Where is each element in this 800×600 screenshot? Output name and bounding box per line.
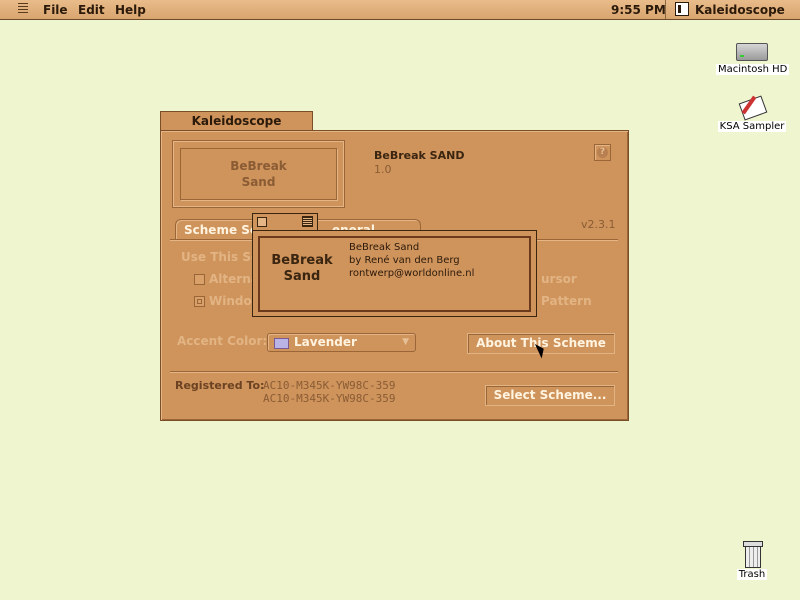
registration-divider bbox=[170, 371, 618, 372]
desktop-icon-label: KSA Sampler bbox=[717, 121, 787, 132]
scheme-preview-inner: BeBreak Sand bbox=[180, 148, 337, 200]
popup-info-title: BeBreak Sand bbox=[349, 242, 420, 253]
option2-right-label: Pattern bbox=[541, 294, 592, 308]
popup-scheme-name: BeBreak Sand bbox=[266, 253, 338, 285]
menubar-separator bbox=[665, 0, 666, 19]
tab-scheme-settings-label: Scheme Se bbox=[184, 223, 259, 237]
registration-code-1: AC10-M345K-YW98C-359 bbox=[263, 379, 396, 392]
popup-info-author: by René van den Berg bbox=[349, 255, 460, 266]
accent-swatch bbox=[274, 338, 289, 349]
option2-checkbox[interactable] bbox=[194, 296, 205, 307]
menu-help[interactable]: Help bbox=[115, 3, 146, 17]
apple-menu-icon[interactable] bbox=[18, 3, 28, 15]
scheme-name: BeBreak SAND bbox=[374, 149, 465, 162]
zoom-box-icon[interactable] bbox=[302, 216, 313, 227]
select-scheme-button[interactable]: Select Scheme... bbox=[485, 385, 615, 406]
hard-drive-icon bbox=[736, 43, 768, 61]
application-menu[interactable]: Kaleidoscope bbox=[695, 3, 785, 17]
application-menu-icon[interactable] bbox=[675, 2, 689, 16]
menu-edit[interactable]: Edit bbox=[78, 3, 105, 17]
menubar-clock[interactable]: 9:55 PM bbox=[611, 3, 666, 17]
trash-icon bbox=[742, 541, 763, 568]
desktop-icon-ksa-sampler[interactable]: KSA Sampler bbox=[716, 93, 788, 132]
popup-name-line1: BeBreak bbox=[271, 253, 333, 268]
registered-to-label: Registered To: bbox=[175, 379, 265, 392]
popup-info-email: rontwerp@worldonline.nl bbox=[349, 268, 475, 279]
app-version: v2.3.1 bbox=[581, 218, 616, 231]
window-title-tab[interactable]: Kaleidoscope bbox=[160, 111, 313, 131]
sampler-document-icon bbox=[738, 93, 768, 121]
desktop-icon-label: Macintosh HD bbox=[716, 64, 790, 75]
accent-color-value: Lavender bbox=[294, 335, 357, 349]
menu-file[interactable]: File bbox=[43, 3, 68, 17]
accent-color-label: Accent Color: bbox=[177, 334, 268, 348]
option1-checkbox[interactable] bbox=[194, 274, 205, 285]
desktop-icon-label: Trash bbox=[736, 569, 768, 580]
about-scheme-popup: BeBreak Sand BeBreak Sand by René van de… bbox=[252, 213, 537, 317]
popup-name-line2: Sand bbox=[283, 269, 321, 284]
preview-title-line1: BeBreak bbox=[230, 159, 287, 173]
popup-body: BeBreak Sand BeBreak Sand by René van de… bbox=[252, 230, 537, 317]
use-scheme-label: Use This Sc bbox=[181, 250, 259, 264]
accent-color-popup[interactable]: Lavender ▼ bbox=[267, 333, 416, 352]
scheme-preview: BeBreak Sand bbox=[172, 140, 345, 208]
help-button[interactable]: ? bbox=[594, 144, 611, 161]
registration-code-2: AC10-M345K-YW98C-359 bbox=[263, 392, 396, 405]
preview-title-line2: Sand bbox=[241, 175, 276, 189]
scheme-version: 1.0 bbox=[374, 163, 392, 176]
close-box-icon[interactable] bbox=[257, 217, 267, 227]
help-icon: ? bbox=[597, 147, 608, 158]
option1-right-label: ursor bbox=[541, 272, 577, 286]
desktop-icon-macintosh-hd[interactable]: Macintosh HD bbox=[716, 43, 790, 75]
popup-title-bar[interactable] bbox=[252, 213, 318, 231]
menu-bar: File Edit Help 9:55 PM Kaleidoscope bbox=[0, 0, 800, 20]
desktop-icon-trash[interactable]: Trash bbox=[722, 541, 782, 580]
chevron-down-icon: ▼ bbox=[402, 337, 409, 347]
